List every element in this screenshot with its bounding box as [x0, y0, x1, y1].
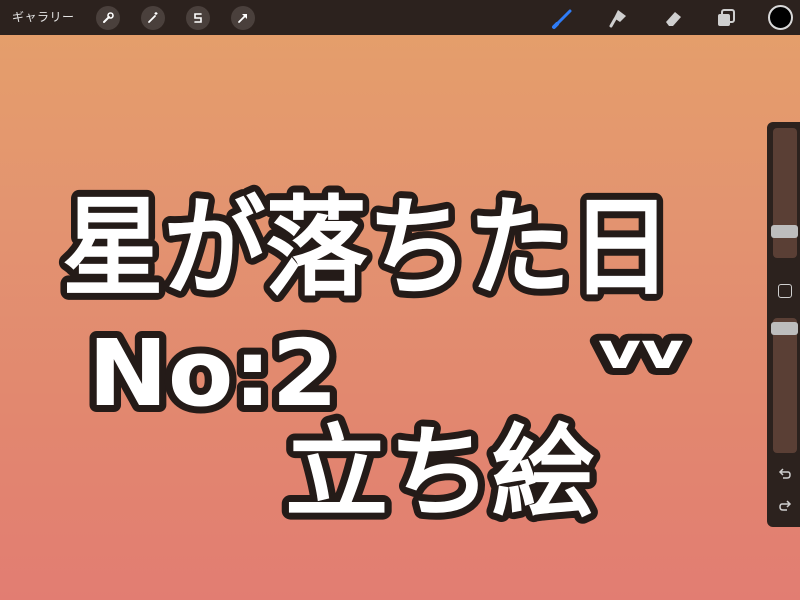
arrow-cursor-icon	[238, 14, 247, 23]
undo-button[interactable]	[773, 464, 797, 484]
layers-button[interactable]	[713, 5, 739, 31]
brush-tool-button[interactable]	[550, 5, 576, 31]
transform-button[interactable]	[231, 6, 255, 30]
brush-size-slider[interactable]	[773, 128, 797, 258]
redo-icon	[779, 500, 792, 511]
magic-wand-icon	[148, 12, 158, 23]
eraser-tool-button[interactable]	[660, 5, 686, 31]
color-picker-button[interactable]	[768, 5, 793, 30]
wrench-icon	[103, 12, 114, 23]
artwork-doodle-text: vv	[598, 322, 684, 380]
selection-s-icon	[194, 13, 202, 23]
selection-button[interactable]	[186, 6, 210, 30]
smudge-icon	[609, 10, 626, 28]
layers-icon	[718, 9, 735, 26]
top-toolbar: ギャラリー	[0, 0, 800, 35]
opacity-slider[interactable]	[773, 318, 797, 453]
artwork-subtitle-text: 立ち絵	[285, 414, 595, 531]
brush-icon	[552, 9, 572, 29]
actions-button[interactable]	[96, 6, 120, 30]
artwork-layer: 星が落ちた日 No:2 立ち絵 vv	[55, 179, 691, 538]
modify-button[interactable]	[778, 284, 792, 298]
brush-size-thumb[interactable]	[771, 225, 798, 238]
artwork-number-text: No:2	[88, 320, 338, 427]
gallery-button[interactable]: ギャラリー	[12, 0, 75, 35]
redo-button[interactable]	[773, 496, 797, 516]
eraser-icon	[666, 12, 681, 26]
undo-icon	[778, 468, 791, 479]
artwork-title-text: 星が落ちた日	[62, 186, 672, 311]
opacity-thumb[interactable]	[771, 322, 798, 335]
side-toolbar	[767, 122, 800, 527]
smudge-tool-button[interactable]	[605, 5, 631, 31]
adjustments-button[interactable]	[141, 6, 165, 30]
